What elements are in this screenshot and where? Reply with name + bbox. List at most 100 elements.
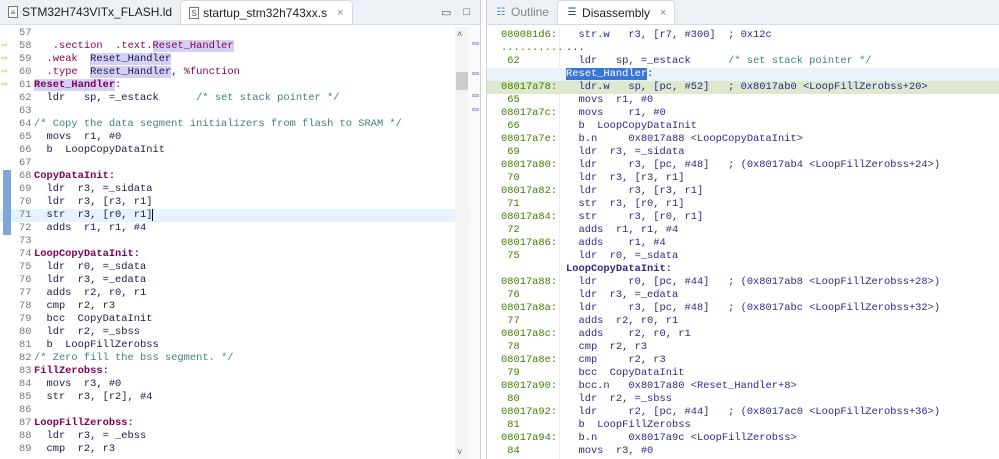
close-tab-icon[interactable]: × — [660, 7, 666, 19]
code-line[interactable]: 78 cmp r2, r3 — [0, 300, 480, 313]
code-line[interactable]: 74 LoopCopyDataInit: — [0, 248, 480, 261]
code-line[interactable]: 85 str r3, [r2], #4 — [0, 391, 480, 404]
code-line[interactable]: ⇨ 60 .type Reset_Handler, %function — [0, 66, 480, 79]
code-token: str r3, [r0, r1] — [34, 209, 154, 221]
disassembly-row[interactable]: 66 b LoopCopyDataInit — [487, 120, 999, 133]
address: 78 — [501, 341, 520, 353]
tab-linker-script[interactable]: ≡ STM32H743VITx_FLASH.ld — [0, 0, 180, 24]
code-line[interactable]: 64/* Copy the data segment initializers … — [0, 118, 480, 131]
code-line[interactable]: 76 ldr r3, =_edata — [0, 274, 480, 287]
instruction-text: : — [647, 68, 654, 80]
disassembly-row[interactable]: 71 str r3, [r0, r1] — [487, 198, 999, 211]
code-line[interactable]: 62 ldr sp, =_estack /* set stack pointer… — [0, 92, 480, 105]
tab-disassembly[interactable]: ☰ Disassembly × — [557, 0, 676, 24]
code-token: ldr r0, =_sdata — [34, 261, 147, 273]
code-line[interactable]: 57 — [0, 27, 480, 40]
disassembly-view[interactable]: 080081d6: str.w r3, [r7, #300] ; 0x12c..… — [487, 29, 999, 458]
disassembly-row[interactable]: 08017a84: str r3, [r0, r1] — [487, 211, 999, 224]
code-line[interactable]: ⇨ 59 .weak Reset_Handler — [0, 53, 480, 66]
code-token: FillZerobss: — [34, 365, 109, 377]
minimize-icon[interactable]: ▭ — [441, 6, 451, 19]
maximize-icon[interactable]: □ — [463, 6, 470, 19]
disassembly-row[interactable]: 08017a88: ldr r0, [pc, #44] ; (0x8017ab8… — [487, 276, 999, 289]
disassembly-row[interactable]: 08017a8e: cmp r2, r3 — [487, 354, 999, 367]
address: .......... — [501, 42, 564, 54]
code-line[interactable]: 77 adds r2, r0, r1 — [0, 287, 480, 300]
disassembly-row[interactable]: 78 cmp r2, r3 — [487, 341, 999, 354]
code-line[interactable]: 87 LoopFillZerobss: — [0, 417, 480, 430]
disassembly-row[interactable]: 08017a80: ldr r3, [pc, #48] ; (0x8017ab4… — [487, 159, 999, 172]
scrollbar-thumb[interactable] — [456, 72, 468, 90]
source-editor[interactable]: 57 ⇨ 58 .section .text.Reset_Handler ⇨ 59 .w… — [0, 27, 480, 456]
disassembly-row[interactable]: 08017a7e: b.n 0x8017a88 <LoopCopyDataIni… — [487, 133, 999, 146]
occurrence-mark[interactable] — [472, 72, 479, 75]
disassembly-row[interactable]: 08017a82: ldr r3, [r3, r1] — [487, 185, 999, 198]
disassembly-row[interactable]: Reset_Handler: — [487, 68, 999, 81]
disassembly-row[interactable]: 08017a8a: ldr r3, [pc, #48] ; (0x8017abc… — [487, 302, 999, 315]
code-line[interactable]: 65 movs r1, #0 — [0, 131, 480, 144]
overview-ruler[interactable] — [470, 27, 480, 459]
code-line[interactable]: 75 ldr r0, =_sdata — [0, 261, 480, 274]
code-line[interactable]: 79 bcc CopyDataInit — [0, 313, 480, 326]
code-line[interactable]: 83 FillZerobss: — [0, 365, 480, 378]
disassembly-row[interactable]: 75 ldr r0, =_sdata — [487, 250, 999, 263]
code-line[interactable]: 89 cmp r2, r3 — [0, 443, 480, 456]
line-number: 59 — [19, 53, 32, 65]
disassembly-row[interactable]: 08017a8c: adds r2, r0, r1 — [487, 328, 999, 341]
disassembly-row[interactable]: 84 movs r3, #0 — [487, 445, 999, 458]
disassembly-row[interactable]: 08017a86: adds r1, #4 — [487, 237, 999, 250]
line-number: 85 — [19, 391, 32, 403]
instruction-text: ldr.w sp, [pc, #52] ; 0x8017ab0 <LoopFil… — [566, 81, 928, 93]
disassembly-row[interactable]: LoopCopyDataInit: — [487, 263, 999, 276]
code-line[interactable]: 70 ldr r3, [r3, r1] — [0, 196, 480, 209]
code-line[interactable]: 81 b LoopFillZerobss — [0, 339, 480, 352]
address: 79 — [501, 367, 520, 379]
occurrence-mark[interactable] — [472, 94, 479, 97]
disassembly-row[interactable]: 70 ldr r3, [r3, r1] — [487, 172, 999, 185]
address: 84 — [501, 445, 520, 457]
disassembly-row[interactable]: 080081d6: str.w r3, [r7, #300] ; 0x12c — [487, 29, 999, 42]
occurrence-mark[interactable] — [472, 108, 479, 111]
scroll-up-icon[interactable]: ˄ — [457, 29, 462, 39]
code-line[interactable]: 80 ldr r2, =_sbss — [0, 326, 480, 339]
disassembly-row[interactable]: 08017a90: bcc.n 0x8017a80 <Reset_Handler… — [487, 380, 999, 393]
code-line[interactable]: 69 ldr r3, =_sidata — [0, 183, 480, 196]
code-line[interactable]: 68 CopyDataInit: — [0, 170, 480, 183]
disassembly-row[interactable]: 80 ldr r2, =_sbss — [487, 393, 999, 406]
code-line[interactable]: 71 str r3, [r0, r1] — [0, 209, 480, 222]
disassembly-row[interactable]: 79 bcc CopyDataInit — [487, 367, 999, 380]
disassembly-row[interactable]: 69 ldr r3, =_sidata — [487, 146, 999, 159]
close-tab-icon[interactable]: × — [337, 7, 343, 19]
code-line[interactable]: 88 ldr r3, = _ebss — [0, 430, 480, 443]
code-line[interactable]: ⇨ 58 .section .text.Reset_Handler — [0, 40, 480, 53]
disassembly-row[interactable]: 62 ldr sp, =_estack /* set stack pointer… — [487, 55, 999, 68]
tab-outline[interactable]: ☷ Outline — [487, 0, 557, 24]
disassembly-row[interactable]: 08017a7c: movs r1, #0 — [487, 107, 999, 120]
code-line[interactable]: 72 adds r1, r1, #4 — [0, 222, 480, 235]
code-token: ldr r2, =_sbss — [34, 326, 141, 338]
code-line[interactable]: 82/* Zero fill the bss segment. */ — [0, 352, 480, 365]
disassembly-row[interactable]: 08017a78: ldr.w sp, [pc, #52] ; 0x8017ab… — [487, 81, 999, 94]
disassembly-row[interactable]: 65 movs r1, #0 — [487, 94, 999, 107]
vertical-scrollbar[interactable]: ˄ ˅ — [455, 27, 469, 459]
instruction-text: ldr r3, [r3, r1] — [566, 185, 704, 197]
code-line[interactable]: 84 movs r3, #0 — [0, 378, 480, 391]
disassembly-row[interactable]: 08017a92: ldr r2, [pc, #44] ; (0x8017ac0… — [487, 406, 999, 419]
code-line[interactable]: 66 b LoopCopyDataInit — [0, 144, 480, 157]
scroll-down-icon[interactable]: ˅ — [457, 447, 462, 457]
disassembly-row[interactable]: ............. — [487, 42, 999, 55]
tab-startup-file[interactable]: S startup_stm32h743xx.s × — [180, 0, 353, 24]
disassembly-row[interactable]: 72 adds r1, r1, #4 — [487, 224, 999, 237]
code-line[interactable]: ⇨ 61 Reset_Handler: — [0, 79, 480, 92]
code-line[interactable]: 73 — [0, 235, 480, 248]
occurrence-mark[interactable] — [472, 42, 479, 45]
disassembly-row[interactable]: 76 ldr r3, =_edata — [487, 289, 999, 302]
code-token: , — [171, 66, 184, 78]
disassembly-row[interactable]: 81 b LoopFillZerobss — [487, 419, 999, 432]
code-line[interactable]: 63 — [0, 105, 480, 118]
code-token: b LoopCopyDataInit — [34, 144, 165, 156]
code-line[interactable]: 86 — [0, 404, 480, 417]
code-line[interactable]: 67 — [0, 157, 480, 170]
disassembly-row[interactable]: 08017a94: b.n 0x8017a9c <LoopFillZerobss… — [487, 432, 999, 445]
disassembly-row[interactable]: 77 adds r2, r0, r1 — [487, 315, 999, 328]
